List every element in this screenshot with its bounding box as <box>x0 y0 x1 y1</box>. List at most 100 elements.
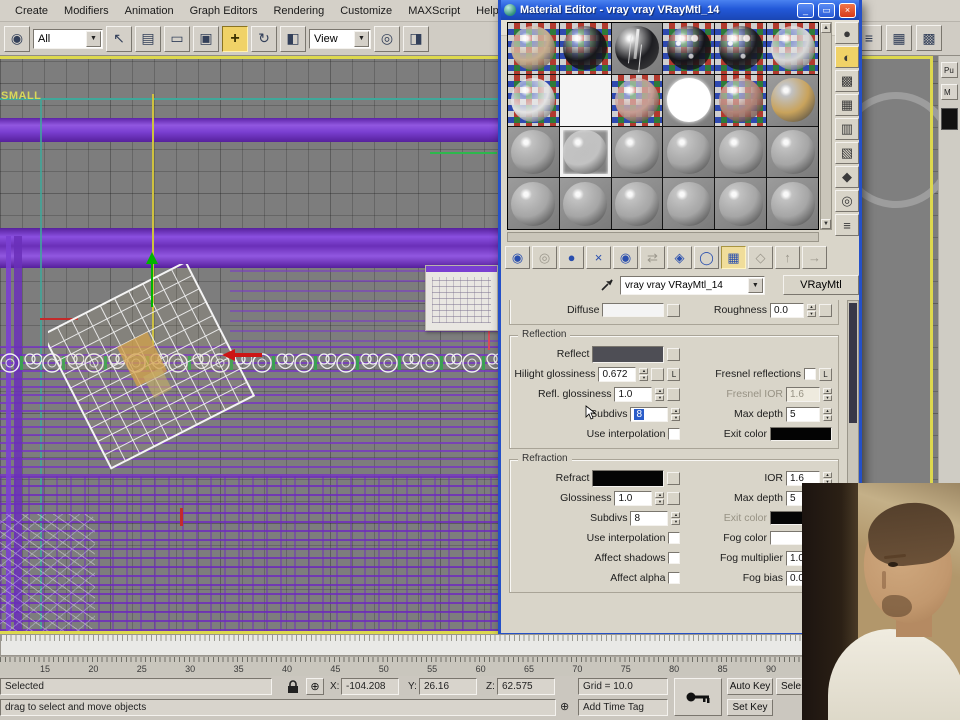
timeline-frame-30[interactable]: 30 <box>185 664 195 674</box>
scrollbar-thumb[interactable] <box>849 303 857 423</box>
param-field[interactable]: 0.0 <box>770 303 804 318</box>
material-id-channel-icon[interactable]: ◯ <box>694 246 719 269</box>
menu-animation[interactable]: Animation <box>118 2 181 20</box>
sample-horizontal-scrollbar[interactable] <box>507 232 819 242</box>
timeline-frame-25[interactable]: 25 <box>137 664 147 674</box>
backlight-icon[interactable]: ◐ <box>835 46 859 68</box>
sample-uv-tiling-icon[interactable]: ▦ <box>835 94 859 116</box>
mirror-icon[interactable]: ◨ <box>403 26 429 52</box>
checkbox[interactable] <box>668 428 680 440</box>
spin-up-icon[interactable]: ▲ <box>671 408 680 414</box>
material-editor-titlebar[interactable]: Material Editor - vray vray VRayMtl_14 _… <box>501 0 859 20</box>
map-button[interactable] <box>819 304 832 317</box>
param-field[interactable]: 5 <box>786 407 820 422</box>
command-panel-swatch[interactable] <box>941 108 958 130</box>
spin-down-icon[interactable]: ▼ <box>807 311 816 317</box>
spin-up-icon[interactable]: ▲ <box>639 368 648 374</box>
command-panel-field-m[interactable]: M <box>941 84 958 100</box>
sample-slot-8[interactable] <box>560 75 611 126</box>
color-swatch[interactable] <box>770 427 832 441</box>
move-gizmo-y-axis[interactable] <box>151 263 153 307</box>
map-button[interactable] <box>667 492 680 505</box>
go-forward-to-sibling-icon[interactable]: → <box>802 246 827 269</box>
sample-slot-24[interactable] <box>767 178 818 229</box>
background-icon[interactable]: ▩ <box>835 70 859 92</box>
sample-slot-17[interactable] <box>715 127 766 178</box>
color-swatch[interactable] <box>592 470 664 487</box>
make-unique-icon[interactable]: ⇄ <box>640 246 665 269</box>
sample-slot-23[interactable] <box>715 178 766 229</box>
checkbox[interactable] <box>668 552 680 564</box>
timeline-frame-80[interactable]: 80 <box>669 664 679 674</box>
spin-down-icon[interactable]: ▼ <box>823 415 832 421</box>
selection-filter-dropdown[interactable]: All▼ <box>33 29 103 49</box>
spinner[interactable]: ▲▼ <box>807 304 816 317</box>
timeline-frame-40[interactable]: 40 <box>282 664 292 674</box>
scroll-up-icon[interactable]: ▲ <box>821 23 831 33</box>
map-button[interactable] <box>667 304 680 317</box>
spin-up-icon[interactable]: ▲ <box>671 512 680 518</box>
sample-slot-19[interactable] <box>508 178 559 229</box>
set-key-button[interactable]: Set Key <box>727 699 773 716</box>
x-coord-field[interactable]: -104.208 <box>341 678 399 695</box>
set-keys-button[interactable] <box>674 678 722 716</box>
sample-type-sphere-icon[interactable]: ● <box>835 22 859 44</box>
spinner[interactable]: ▲▼ <box>639 368 648 381</box>
spinner[interactable]: ▲▼ <box>671 408 680 421</box>
sample-slot-21[interactable] <box>612 178 663 229</box>
command-panel-field-pu[interactable]: Pu <box>941 62 958 78</box>
spin-down-icon[interactable]: ▼ <box>671 519 680 525</box>
select-and-move-icon[interactable]: + <box>222 26 248 52</box>
timeline-frame-35[interactable]: 35 <box>234 664 244 674</box>
minimize-button[interactable]: _ <box>797 3 814 18</box>
y-coord-field[interactable]: 26.16 <box>419 678 477 695</box>
spin-down-icon[interactable]: ▼ <box>823 395 832 401</box>
menu-maxscript[interactable]: MAXScript <box>401 2 467 20</box>
go-to-parent-icon[interactable]: ↑ <box>775 246 800 269</box>
param-field[interactable]: 0.672 <box>598 367 636 382</box>
lock-button[interactable]: L <box>819 368 832 381</box>
show-map-in-viewport-icon[interactable]: ▦ <box>721 246 746 269</box>
reference-coordinate-dropdown[interactable]: View▼ <box>309 29 371 49</box>
select-and-rotate-icon[interactable]: ↻ <box>251 26 277 52</box>
spinner[interactable]: ▲▼ <box>823 388 832 401</box>
map-button[interactable] <box>667 348 680 361</box>
sample-slot-9[interactable] <box>612 75 663 126</box>
color-swatch[interactable] <box>592 346 664 363</box>
color-swatch[interactable] <box>602 303 664 317</box>
z-coord-field[interactable]: 62.575 <box>497 678 555 695</box>
move-gizmo-x-arrow-icon[interactable] <box>222 349 235 361</box>
scroll-down-icon[interactable]: ▼ <box>821 219 831 229</box>
make-preview-icon[interactable]: ▧ <box>835 142 859 164</box>
checkbox[interactable] <box>668 572 680 584</box>
select-and-scale-icon[interactable]: ◧ <box>280 26 306 52</box>
make-material-copy-icon[interactable]: ◉ <box>613 246 638 269</box>
timeline-frame-55[interactable]: 55 <box>427 664 437 674</box>
map-button[interactable] <box>651 368 664 381</box>
menu-modifiers[interactable]: Modifiers <box>57 2 116 20</box>
pick-material-eyedropper-icon[interactable] <box>597 275 616 295</box>
track-bar[interactable] <box>0 634 935 656</box>
absolute-mode-transform-icon[interactable]: ⊕ <box>306 678 324 695</box>
show-end-result-icon[interactable]: ◇ <box>748 246 773 269</box>
param-field[interactable]: 1.0 <box>614 387 652 402</box>
selection-lock-icon[interactable] <box>286 679 300 694</box>
move-gizmo-y-arrow-icon[interactable] <box>146 252 158 264</box>
chevron-down-icon[interactable]: ▼ <box>86 31 101 47</box>
param-field[interactable]: 1.0 <box>614 491 652 506</box>
spin-up-icon[interactable]: ▲ <box>807 304 816 310</box>
spinner[interactable]: ▲▼ <box>823 408 832 421</box>
add-time-tag-field[interactable]: Add Time Tag <box>578 699 668 716</box>
material-map-navigator-icon[interactable]: ≡ <box>835 214 859 236</box>
use-pivot-point-icon[interactable]: ◎ <box>374 26 400 52</box>
schematic-view-icon[interactable]: ◉ <box>4 26 30 52</box>
sample-slot-10[interactable] <box>663 75 714 126</box>
sample-slot-1[interactable] <box>508 23 559 74</box>
spin-up-icon[interactable]: ▲ <box>823 388 832 394</box>
sample-slot-20[interactable] <box>560 178 611 229</box>
video-color-check-icon[interactable]: ▥ <box>835 118 859 140</box>
sample-slot-11[interactable] <box>715 75 766 126</box>
put-to-library-icon[interactable]: ◈ <box>667 246 692 269</box>
close-button[interactable]: × <box>839 3 856 18</box>
timeline-frame-15[interactable]: 15 <box>40 664 50 674</box>
